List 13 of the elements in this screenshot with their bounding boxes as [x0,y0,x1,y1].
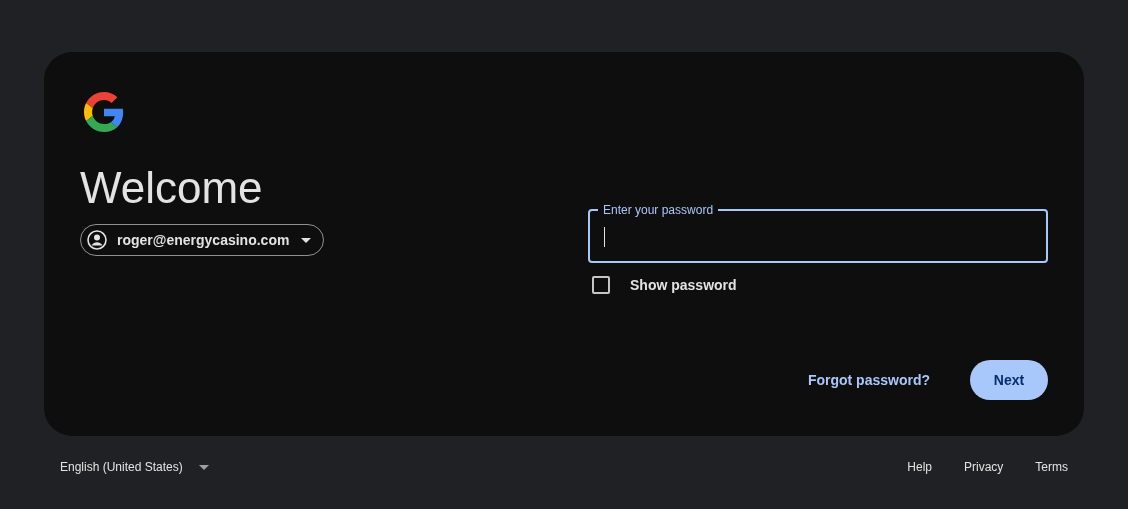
welcome-heading: Welcome [80,162,263,214]
language-selector[interactable]: English (United States) [60,456,209,478]
show-password-label: Show password [630,277,737,293]
forgot-password-link[interactable]: Forgot password? [807,372,930,388]
footer-link[interactable]: Terms [1035,460,1068,474]
caret-icon [301,237,312,243]
next-button[interactable]: Next [970,360,1048,400]
account-icon [87,230,107,250]
show-password-checkbox[interactable] [592,276,610,294]
logo-icon [84,92,124,132]
footer-link[interactable]: Privacy [964,460,1004,474]
caret-icon [198,464,209,470]
footer-link[interactable]: Help [907,460,932,474]
